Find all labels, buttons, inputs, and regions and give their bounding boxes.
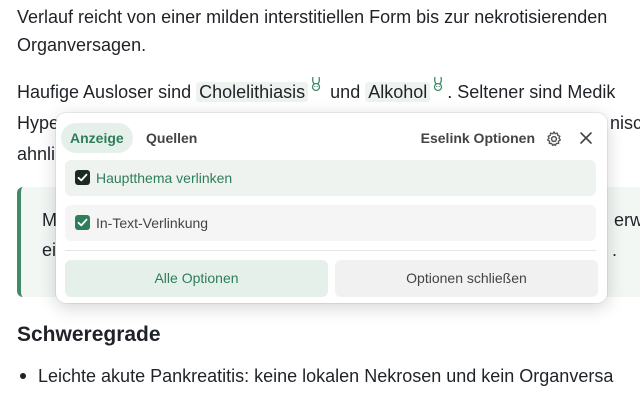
article-text: . Seltener sind Medik	[447, 82, 616, 102]
close-icon[interactable]	[578, 130, 594, 146]
article-line-end: nisc	[610, 113, 640, 133]
options-title: Eselink Optionen	[420, 130, 535, 146]
tab-quellen[interactable]: Quellen	[137, 123, 206, 153]
eselink-alkohol[interactable]: Alkohol	[365, 82, 431, 102]
gear-icon[interactable]	[545, 130, 563, 148]
all-options-button[interactable]: Alle Optionen	[65, 260, 328, 297]
callout-text: M	[42, 210, 57, 230]
divider	[65, 250, 596, 251]
article-line: Haufige Ausloser sind Cholelithiasis und…	[17, 76, 615, 108]
section-heading: Schweregrade	[17, 323, 161, 346]
bullet-dot	[20, 372, 26, 379]
option-in-text-verlinkung[interactable]: In-Text-Verlinkung	[65, 205, 596, 241]
callout-text: erw	[614, 210, 640, 230]
callout-text: ei	[42, 240, 57, 260]
bunny-icon[interactable]	[432, 76, 444, 92]
article-text: Haufige Ausloser sind	[17, 82, 197, 102]
article-text: und	[325, 82, 366, 102]
option-label: Hauptthema verlinken	[96, 170, 233, 186]
list-item-text: Leichte akute Pankreatitis: keine lokale…	[38, 366, 614, 386]
list-item: Leichte akute Pankreatitis: keine lokale…	[20, 366, 613, 387]
bunny-icon[interactable]	[310, 76, 322, 92]
article-line: Hype	[17, 113, 60, 133]
tab-anzeige[interactable]: Anzeige	[61, 123, 133, 153]
checkbox[interactable]	[75, 170, 90, 185]
eselink-options-popover: Anzeige Quellen Eselink Optionen Hauptth…	[56, 113, 607, 303]
eselink-cholelithiasis[interactable]: Cholelithiasis	[196, 82, 309, 102]
article-line: ahnli	[17, 144, 56, 164]
checkmark-icon	[77, 173, 88, 182]
checkmark-icon	[77, 218, 88, 227]
option-label: In-Text-Verlinkung	[96, 215, 209, 231]
article-line: Organversagen.	[17, 35, 147, 55]
callout-text: .	[612, 240, 618, 260]
close-options-button[interactable]: Optionen schließen	[335, 260, 598, 297]
option-hauptthema-verlinken[interactable]: Hauptthema verlinken	[65, 160, 596, 196]
checkbox[interactable]	[75, 215, 90, 230]
